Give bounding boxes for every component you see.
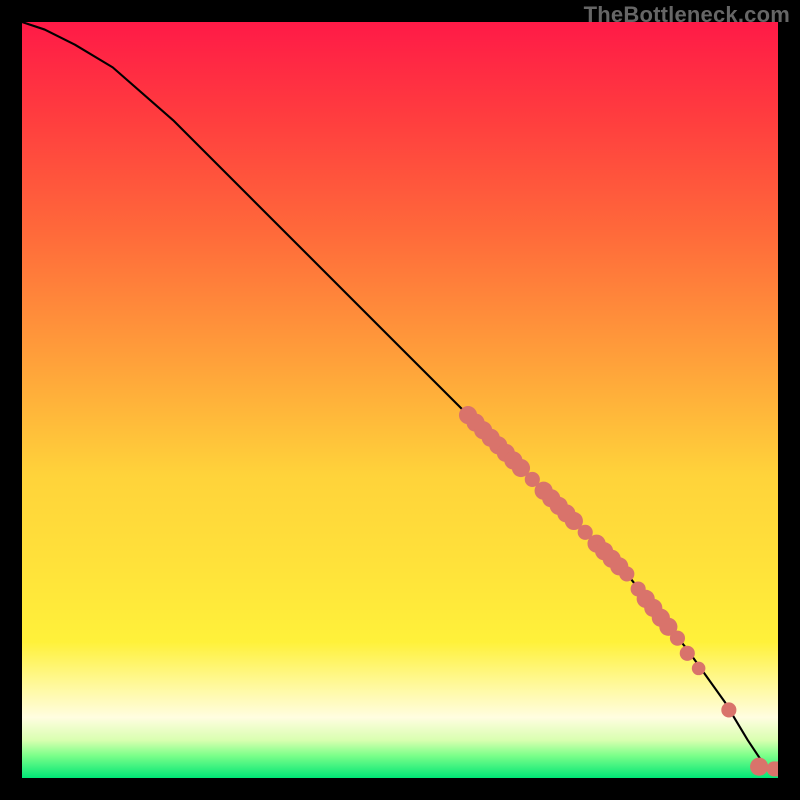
bottleneck-curve xyxy=(22,22,778,769)
data-marker xyxy=(619,566,634,581)
chart-stage: TheBottleneck.com xyxy=(0,0,800,800)
data-marker xyxy=(721,702,736,717)
plot-area xyxy=(22,22,778,778)
data-marker xyxy=(750,758,768,776)
watermark-text: TheBottleneck.com xyxy=(584,2,790,28)
data-marker xyxy=(670,631,685,646)
data-marker xyxy=(692,662,706,676)
curve-layer xyxy=(22,22,778,778)
data-markers xyxy=(459,406,778,776)
data-marker xyxy=(680,646,695,661)
